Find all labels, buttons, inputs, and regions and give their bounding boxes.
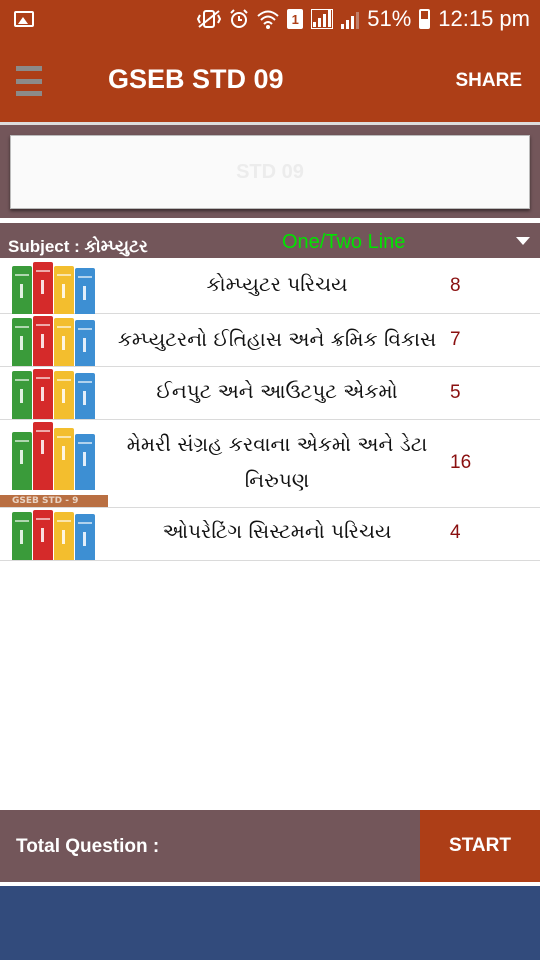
wifi-icon	[257, 9, 279, 29]
chapter-question-count: 5	[450, 382, 461, 403]
signal-icon	[311, 9, 334, 29]
footer-bar: Total Question : START	[0, 810, 540, 882]
sim-icon: 1	[287, 9, 304, 29]
app-title: GSEB STD 09	[108, 64, 284, 94]
std-panel: STD 09	[0, 122, 540, 218]
vibrate-icon	[197, 9, 222, 29]
subject-bar: Subject : કોમ્પ્યુટર One/Two Line	[0, 220, 540, 258]
chapter-question-count: 16	[450, 452, 472, 473]
chapter-list: કોમ્પ્યુટર પરિચય 8 કમ્પ્યુટરનો ઈતિહાસ અન…	[0, 258, 540, 561]
chapter-title: ઈનપુટ અને આઉટપુટ એકમો	[156, 379, 398, 403]
chapter-title: કમ્પ્યુટરનો ઈતિહાસ અને ક્રમિક વિકાસ	[117, 327, 437, 351]
start-button[interactable]: START	[420, 810, 540, 882]
books-icon	[12, 369, 95, 419]
ad-banner[interactable]	[0, 886, 540, 960]
books-icon	[12, 510, 95, 560]
chapter-question-count: 4	[450, 522, 461, 543]
chapter-title: ઓપરેટિંગ સિસ્ટમનો પરિચય	[162, 519, 392, 543]
signal-icon-2	[341, 9, 360, 29]
line-mode-select[interactable]: One/Two Line	[282, 231, 405, 254]
share-button[interactable]: SHARE	[455, 70, 522, 92]
books-icon	[12, 316, 95, 366]
gallery-icon	[14, 11, 34, 27]
chapter-title: કોમ્પ્યુટર પરિચય	[206, 272, 348, 296]
menu-icon[interactable]	[16, 66, 42, 96]
status-icons: 1 51% 12:15 pm	[197, 0, 530, 38]
battery-icon	[419, 9, 431, 29]
chapter-question-count: 7	[450, 329, 461, 350]
status-bar: 1 51% 12:15 pm	[0, 0, 540, 38]
subject-label: Subject : કોમ્પ્યુટર	[8, 237, 148, 256]
chapter-title: મેમરી સંગ્રહ કરવાના એકમો અને ડેટા નિરુપણ	[126, 432, 428, 492]
app-bar: GSEB STD 09 SHARE	[0, 38, 540, 122]
total-question-label: Total Question :	[16, 836, 160, 857]
clock: 12:15 pm	[438, 6, 530, 31]
books-icon	[12, 262, 95, 314]
battery-percent: 51%	[367, 6, 412, 31]
chapter-row[interactable]: કોમ્પ્યુટર પરિચય 8	[0, 258, 540, 314]
chapter-row[interactable]: ઓપરેટિંગ સિસ્ટમનો પરિચય 4	[0, 508, 540, 561]
books-icon	[12, 422, 95, 490]
shelf-label: GSEB STD - 9	[0, 495, 108, 507]
chapter-row[interactable]: કમ્પ્યુટરનો ઈતિહાસ અને ક્રમિક વિકાસ 7	[0, 314, 540, 367]
dropdown-arrow-icon[interactable]	[516, 237, 530, 245]
chapter-row[interactable]: GSEB STD - 9 મેમરી સંગ્રહ કરવાના એકમો અન…	[0, 420, 540, 508]
chapter-row[interactable]: ઈનપુટ અને આઉટપુટ એકમો 5	[0, 367, 540, 420]
chapter-question-count: 8	[450, 275, 461, 296]
alarm-icon	[229, 9, 249, 29]
std-selector[interactable]: STD 09	[10, 135, 530, 209]
